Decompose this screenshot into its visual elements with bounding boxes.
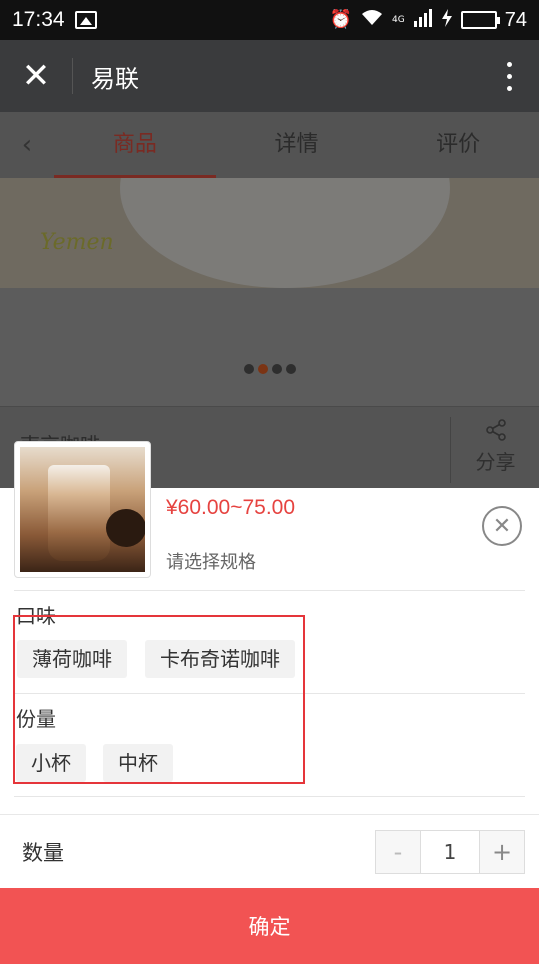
page-title: 易联 [91,64,139,93]
coffee-beans-shape [106,509,145,547]
quantity-input[interactable]: 1 [420,831,480,873]
back-icon[interactable]: ‹ [0,130,54,160]
image-notification-icon [74,11,97,29]
tab-reviews[interactable]: 评价 [377,112,539,178]
title-divider [72,58,73,94]
banner-plate-image [120,178,450,288]
quantity-label: 数量 [22,841,64,865]
coffee-image [20,447,145,572]
carousel-dot [271,364,282,374]
quantity-row: 数量 - 1 + [0,814,539,888]
sku-selection-sheet: ¥60.00~75.00 请选择规格 ✕ 口味 薄荷咖啡 卡布奇诺咖啡 份量 小… [0,441,539,964]
carousel-dot [285,364,296,374]
status-bar: 17:34 ⏰ 4G 74 [0,0,539,40]
title-bar: ✕ 易联 [0,40,539,112]
battery-level: 74 [504,8,527,31]
network-label: 4G [392,14,405,25]
share-button[interactable]: 分享 [452,417,539,483]
more-options-icon[interactable] [479,61,539,91]
alarm-icon: ⏰ [329,9,353,30]
status-icons: ⏰ 4G 74 [330,9,527,32]
product-tabs: ‹ 商品 详情 评价 [0,112,539,178]
charging-icon [441,9,453,31]
product-thumbnail [14,441,151,578]
wifi-icon [360,9,384,31]
close-icon[interactable]: ✕ [0,40,72,112]
product-banner: Yemen [0,178,539,288]
status-time: 17:34 [12,8,65,31]
quantity-stepper: - 1 + [375,830,525,874]
product-page-overlay[interactable]: ‹ 商品 详情 评价 Yemen 南京咖啡 分享 [0,112,539,488]
share-label: 分享 [475,450,516,474]
price-range: ¥60.00~75.00 [166,496,296,519]
battery-icon [460,11,500,29]
signal-icon [413,9,433,31]
divider [14,590,525,591]
decrease-button[interactable]: - [376,831,420,873]
highlight-box [13,615,305,784]
share-divider [450,417,451,483]
carousel-dot [243,364,254,374]
carousel-dots [0,364,539,374]
divider [14,796,525,797]
spec-hint: 请选择规格 [166,552,256,573]
confirm-button[interactable]: 确定 [0,888,539,964]
coffee-cup-shape [48,465,110,561]
tab-goods[interactable]: 商品 [54,112,216,178]
close-sheet-icon[interactable]: ✕ [482,506,522,546]
increase-button[interactable]: + [480,831,524,873]
tab-details[interactable]: 详情 [216,112,378,178]
banner-logo: Yemen [40,230,114,255]
carousel-dot-active [257,364,268,374]
share-icon [452,419,539,446]
